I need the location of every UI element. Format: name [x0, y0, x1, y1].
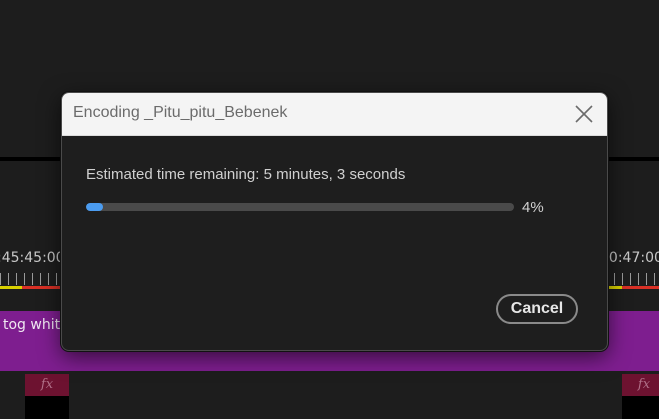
ruler-ticks-left — [0, 273, 62, 285]
render-bar-yellow-left — [0, 286, 22, 289]
clip-thumbnail-right[interactable] — [622, 396, 659, 419]
progress-percent: 4% — [522, 199, 544, 216]
close-icon — [575, 105, 593, 123]
clip-label: tog white — [3, 317, 69, 333]
encoding-dialog: Encoding _Pitu_pitu_Bebenek Estimated ti… — [61, 92, 608, 351]
timecode-right: 00:47:00 — [600, 250, 659, 266]
close-button[interactable] — [571, 101, 597, 127]
fx-badge-right[interactable]: fx — [622, 374, 659, 396]
progress-fill — [86, 203, 104, 211]
estimated-time-text: Estimated time remaining: 5 minutes, 3 s… — [86, 166, 406, 183]
clip-thumbnail-left[interactable] — [25, 396, 69, 419]
fx-badge-left[interactable]: fx — [25, 374, 69, 396]
render-bar-yellow-right — [606, 286, 622, 289]
progress-bar — [86, 203, 514, 211]
render-bar-red-right — [622, 286, 659, 289]
cancel-button[interactable]: Cancel — [496, 294, 578, 324]
render-bar-red-left — [22, 286, 62, 289]
ruler-ticks-right — [606, 273, 659, 285]
timecode-left: :45:45:00 — [0, 250, 65, 266]
dialog-title: Encoding _Pitu_pitu_Bebenek — [73, 104, 288, 121]
dialog-header: Encoding _Pitu_pitu_Bebenek — [62, 93, 607, 136]
